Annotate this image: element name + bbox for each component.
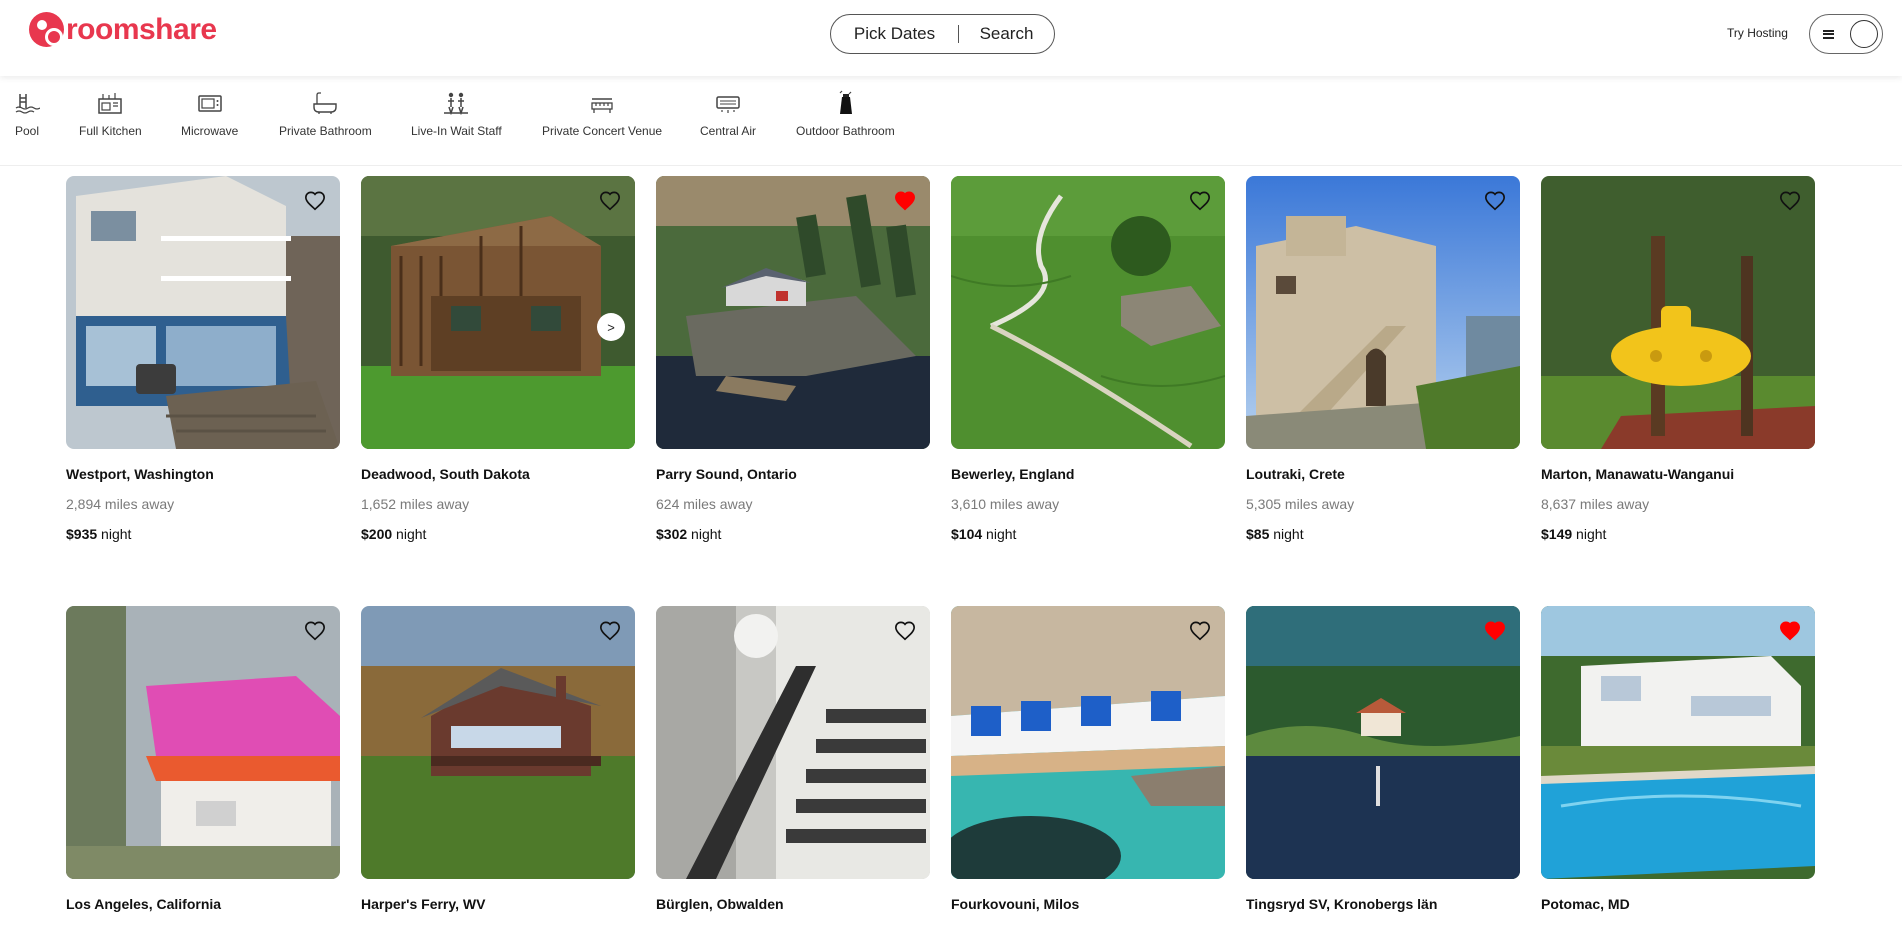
category-pool[interactable]: Pool <box>14 90 40 138</box>
favorite-heart-icon[interactable] <box>894 190 916 212</box>
favorite-heart-icon[interactable] <box>1484 190 1506 212</box>
favorite-heart-icon[interactable] <box>304 620 326 642</box>
price-amount: $302 <box>656 526 688 542</box>
favorite-heart-icon[interactable] <box>304 190 326 212</box>
favorite-heart-icon[interactable] <box>599 190 621 212</box>
listing-title: Bewerley, England <box>951 466 1075 482</box>
listing-title: Harper's Ferry, WV <box>361 896 486 912</box>
price-unit: night <box>392 526 427 542</box>
category-label: Microwave <box>181 124 239 138</box>
listing-distance: 2,894 miles away <box>66 496 175 512</box>
logo-text: roomshare <box>66 12 217 46</box>
listing-photo[interactable] <box>951 606 1225 879</box>
price-unit: night <box>97 526 132 542</box>
listing-distance: 624 miles away <box>656 496 753 512</box>
category-private-concert-venue[interactable]: Private Concert Venue <box>542 90 662 138</box>
favorite-heart-icon[interactable] <box>599 620 621 642</box>
price-unit: night <box>1572 526 1607 542</box>
price-unit: night <box>982 526 1017 542</box>
price-unit: night <box>1269 526 1304 542</box>
bathtub-icon <box>312 90 338 116</box>
category-microwave[interactable]: Microwave <box>181 90 238 138</box>
listing-price: $149 night <box>1541 526 1606 542</box>
listing-title: Marton, Manawatu-Wanganui <box>1541 466 1735 482</box>
listing-price: $104 night <box>951 526 1016 542</box>
try-hosting-link[interactable]: Try Hosting <box>1727 26 1788 40</box>
favorite-heart-icon[interactable] <box>1779 620 1801 642</box>
listing-title: Tingsryd SV, Kronobergs län <box>1246 896 1438 912</box>
listing-distance: 5,305 miles away <box>1246 496 1355 512</box>
category-label: Live-In Wait Staff <box>411 124 502 138</box>
category-label: Pool <box>14 124 40 138</box>
favorite-heart-icon[interactable] <box>894 620 916 642</box>
listing-photo[interactable] <box>1246 606 1520 879</box>
listing-distance: 3,610 miles away <box>951 496 1060 512</box>
listing-photo[interactable] <box>656 176 930 449</box>
hamburger-menu-icon <box>1823 29 1834 39</box>
price-amount: $104 <box>951 526 983 542</box>
category-private-bathroom[interactable]: Private Bathroom <box>279 90 372 138</box>
favorite-heart-icon[interactable] <box>1779 190 1801 212</box>
favorite-heart-icon[interactable] <box>1189 620 1211 642</box>
listing-title: Deadwood, South Dakota <box>361 466 530 482</box>
listing-price: $302 night <box>656 526 721 542</box>
listing-photo[interactable] <box>66 606 340 879</box>
listing-photo[interactable] <box>1246 176 1520 449</box>
outdoor-shower-icon <box>832 90 858 116</box>
avatar <box>1850 20 1878 48</box>
price-amount: $85 <box>1246 526 1270 542</box>
listing-title: Fourkovouni, Milos <box>951 896 1080 912</box>
listing-title: Westport, Washington <box>66 466 214 482</box>
listing-photo[interactable] <box>656 606 930 879</box>
listing-photo[interactable]: > <box>361 176 635 449</box>
price-amount: $149 <box>1541 526 1573 542</box>
category-bar: Pool Full Kitchen Microwave Private Bath… <box>0 76 1902 166</box>
category-label: Full Kitchen <box>79 124 142 138</box>
piano-icon <box>589 90 615 116</box>
category-label: Private Bathroom <box>279 124 372 138</box>
listing-title: Bürglen, Obwalden <box>656 896 784 912</box>
search-bar[interactable]: Pick Dates Search <box>830 14 1055 54</box>
microwave-icon <box>197 90 223 116</box>
category-outdoor-bathroom[interactable]: Outdoor Bathroom <box>796 90 895 138</box>
listing-title: Potomac, MD <box>1541 896 1630 912</box>
favorite-heart-icon[interactable] <box>1484 620 1506 642</box>
top-header: roomshare Pick Dates Search Try Hosting <box>0 0 1902 76</box>
favorite-heart-icon[interactable] <box>1189 190 1211 212</box>
listing-photo[interactable] <box>951 176 1225 449</box>
listing-photo[interactable] <box>66 176 340 449</box>
user-menu-button[interactable] <box>1809 14 1883 54</box>
listing-distance: 1,652 miles away <box>361 496 470 512</box>
price-amount: $935 <box>66 526 98 542</box>
category-label: Private Concert Venue <box>542 124 663 138</box>
next-photo-button[interactable]: > <box>597 313 625 341</box>
listing-title: Los Angeles, California <box>66 896 222 912</box>
category-label: Outdoor Bathroom <box>796 124 895 138</box>
air-conditioner-icon <box>715 90 741 116</box>
listing-photo[interactable] <box>361 606 635 879</box>
listing-price: $935 night <box>66 526 131 542</box>
price-unit: night <box>687 526 722 542</box>
kitchen-icon <box>97 90 123 116</box>
listing-photo[interactable] <box>1541 606 1815 879</box>
listing-photo[interactable] <box>1541 176 1815 449</box>
roomshare-logo[interactable]: roomshare <box>29 12 217 47</box>
category-full-kitchen[interactable]: Full Kitchen <box>79 90 142 138</box>
price-amount: $200 <box>361 526 393 542</box>
category-live-in-wait-staff[interactable]: Live-In Wait Staff <box>411 90 502 138</box>
listing-title: Parry Sound, Ontario <box>656 466 797 482</box>
search-button[interactable]: Search <box>959 24 1054 44</box>
pool-icon <box>14 90 40 116</box>
staff-icon <box>443 90 469 116</box>
category-central-air[interactable]: Central Air <box>700 90 756 138</box>
category-label: Central Air <box>700 124 757 138</box>
listing-distance: 8,637 miles away <box>1541 496 1650 512</box>
pick-dates-button[interactable]: Pick Dates <box>831 24 958 44</box>
logo-icon <box>29 12 64 47</box>
listing-price: $85 night <box>1246 526 1304 542</box>
listing-price: $200 night <box>361 526 426 542</box>
listing-title: Loutraki, Crete <box>1246 466 1345 482</box>
